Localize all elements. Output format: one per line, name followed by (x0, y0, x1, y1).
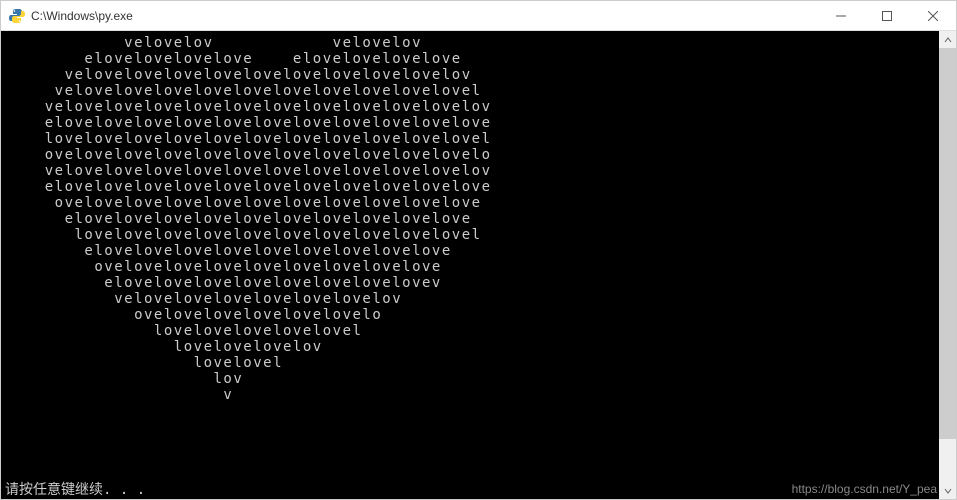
console-line: ovelovelovelovelovelovelovelovelovelovel… (5, 147, 939, 163)
scroll-track[interactable] (939, 48, 956, 482)
console-line: velovelovelovelovelovelovelovelovelovelo… (5, 163, 939, 179)
close-button[interactable] (910, 1, 956, 30)
app-window: C:\Windows\py.exe velovelov velovelov el… (0, 0, 957, 500)
window-controls (818, 1, 956, 30)
maximize-button[interactable] (864, 1, 910, 30)
console-line: lov (5, 371, 939, 387)
console-line: lovelovelovelovelovel (5, 323, 939, 339)
content-area: velovelov velovelov elovelovelovelove el… (1, 31, 956, 499)
console-line: velovelovelovelovelovelovelovelovelovelo… (5, 99, 939, 115)
console-line: lovelovelovelovelovelovelovelovelovelove… (5, 227, 939, 243)
vertical-scrollbar[interactable] (939, 31, 956, 499)
console-line: velovelovelovelovelovelovelovelovelovelo… (5, 83, 939, 99)
console-output[interactable]: velovelov velovelov elovelovelovelove el… (1, 31, 939, 499)
console-line: velovelov velovelov (5, 35, 939, 51)
console-line: lovelovel (5, 355, 939, 371)
console-line: elovelovelovelovelovelovelovelovelovelov… (5, 179, 939, 195)
console-line: elovelovelovelovelovelovelovelovelove (5, 243, 939, 259)
scroll-up-button[interactable] (939, 31, 956, 48)
titlebar: C:\Windows\py.exe (1, 1, 956, 31)
console-line: elovelovelovelovelovelovelovelovelovelov… (5, 211, 939, 227)
app-icon (9, 8, 25, 24)
console-line: ovelovelovelovelovelovelo (5, 307, 939, 323)
console-line: elovelovelovelove elovelovelovelove (5, 51, 939, 67)
scroll-thumb[interactable] (939, 48, 956, 439)
window-title: C:\Windows\py.exe (31, 9, 818, 23)
console-line: ovelovelovelovelovelovelovelovelovelovel… (5, 195, 939, 211)
console-line: elovelovelovelovelovelovelovelovev (5, 275, 939, 291)
console-line: lovelovelovelov (5, 339, 939, 355)
scroll-down-button[interactable] (939, 482, 956, 499)
console-line: v (5, 387, 939, 403)
console-line: lovelovelovelovelovelovelovelovelovelove… (5, 131, 939, 147)
console-line: elovelovelovelovelovelovelovelovelovelov… (5, 115, 939, 131)
console-line: ovelovelovelovelovelovelovelovelove (5, 259, 939, 275)
minimize-button[interactable] (818, 1, 864, 30)
console-line: velovelovelovelovelovelovelovelovelovelo… (5, 67, 939, 83)
console-line: velovelovelovelovelovelovelov (5, 291, 939, 307)
console-prompt: 请按任意键继续. . . (5, 479, 145, 499)
